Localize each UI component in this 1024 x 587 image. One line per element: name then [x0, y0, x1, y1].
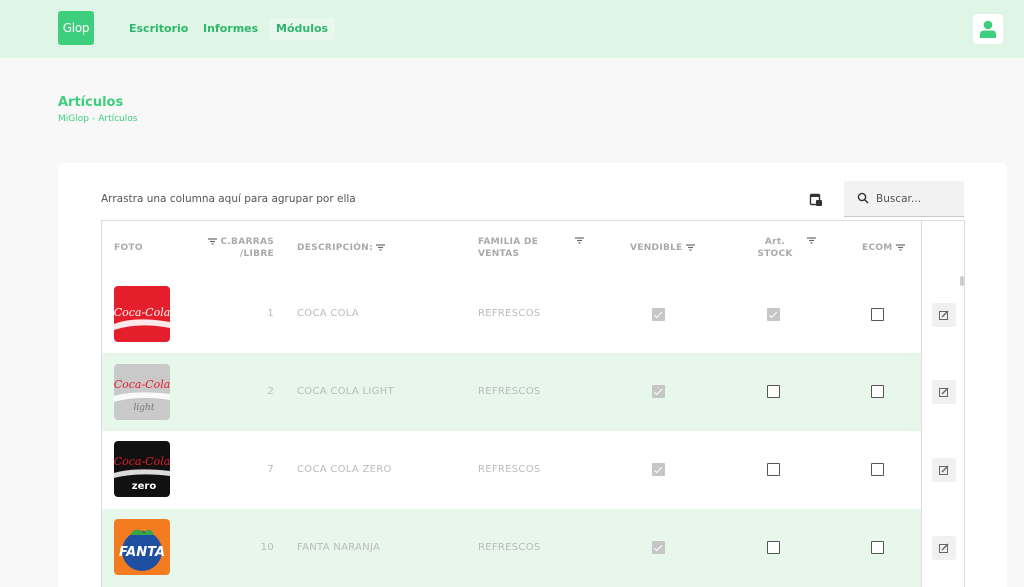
col-label-vendible: VENDIBLE	[630, 243, 683, 253]
cell-family: REFRESCOS	[478, 464, 541, 475]
ecom-checkbox[interactable]	[871, 308, 884, 321]
cell-barcode: 10	[260, 542, 274, 553]
logo-text: Coca-Cola	[114, 378, 170, 391]
col-label-stock-2: STOCK	[757, 249, 793, 259]
logo-text: Coca-Cola	[114, 306, 170, 319]
col-label-descripcion: DESCRIPCIÓN:	[297, 243, 373, 253]
glop-logo[interactable]: Glop	[58, 11, 94, 45]
vendible-checkbox[interactable]	[652, 463, 665, 476]
cell-description: COCA COLA ZERO	[297, 464, 392, 475]
logo-text: Coca-Cola	[114, 455, 170, 468]
logo-text: FANTA	[119, 545, 165, 560]
col-label-foto: FOTO	[114, 243, 143, 253]
col-header-vendible[interactable]: VENDIBLE	[630, 242, 696, 254]
filter-icon[interactable]	[575, 237, 584, 244]
col-label-barcode-2: /LIBRE	[239, 249, 274, 259]
cell-family: REFRESCOS	[478, 386, 541, 397]
ecom-checkbox[interactable]	[871, 385, 884, 398]
cell-description: COCA COLA	[297, 308, 360, 319]
filter-icon[interactable]	[376, 244, 386, 251]
nav-informes[interactable]: Informes	[203, 18, 258, 40]
page-title: Artículos	[58, 95, 124, 110]
vendible-checkbox[interactable]	[652, 385, 665, 398]
breadcrumb-separator: -	[91, 114, 96, 124]
col-header-familia[interactable]: FAMILIA DE VENTAS	[478, 236, 538, 260]
edit-icon	[939, 387, 949, 397]
grid-fixed-column-divider	[921, 220, 922, 587]
cell-description: FANTA NARANJA	[297, 542, 381, 553]
logo-text: Glop	[62, 21, 90, 35]
edit-icon	[939, 465, 949, 475]
logo-text-2: zero	[132, 481, 157, 492]
breadcrumb: MiGlop - Artículos	[58, 114, 137, 124]
edit-button[interactable]	[932, 458, 956, 482]
product-image-coca-cola-light: Coca-Cola light	[114, 364, 170, 420]
filter-icon[interactable]	[896, 244, 905, 251]
filter-icon[interactable]	[807, 237, 816, 244]
col-label-familia: FAMILIA DE	[478, 237, 539, 247]
stock-checkbox[interactable]	[767, 385, 780, 398]
breadcrumb-home[interactable]: MiGlop	[58, 114, 89, 124]
user-icon	[980, 20, 996, 38]
search-input[interactable]	[876, 190, 960, 208]
cell-barcode: 2	[267, 386, 274, 397]
breadcrumb-current: Artículos	[98, 114, 138, 124]
col-label-barcode: C.BARRAS	[220, 237, 274, 247]
logo-text-2: light	[134, 403, 155, 413]
vendible-checkbox[interactable]	[652, 541, 665, 554]
group-panel-hint[interactable]: Arrastra una columna aquí para agrupar p…	[101, 193, 356, 205]
search-box[interactable]	[844, 181, 964, 217]
cell-description: COCA COLA LIGHT	[297, 386, 394, 397]
ecom-checkbox[interactable]	[871, 541, 884, 554]
product-image-coca-cola-zero: Coca-Cola zero	[114, 441, 170, 497]
cell-barcode: 7	[267, 464, 274, 475]
product-image-coca-cola: Coca-Cola	[114, 286, 170, 342]
filter-icon[interactable]	[208, 238, 217, 245]
col-label-familia-2: VENTAS	[478, 249, 520, 259]
ecom-checkbox[interactable]	[871, 463, 884, 476]
col-label-stock: Art.	[764, 237, 786, 247]
search-icon	[857, 192, 869, 204]
grid-scrollbar[interactable]	[960, 276, 964, 286]
cell-family: REFRESCOS	[478, 542, 541, 553]
vendible-checkbox[interactable]	[652, 308, 665, 321]
cell-barcode: 1	[267, 308, 274, 319]
edit-button[interactable]	[932, 303, 956, 327]
col-header-ecom[interactable]: ECOM	[862, 242, 905, 254]
product-image-fanta: FANTA	[114, 519, 170, 575]
excel-export-icon	[809, 193, 822, 206]
cell-family: REFRESCOS	[478, 308, 541, 319]
col-header-descripcion[interactable]: DESCRIPCIÓN:	[297, 242, 386, 254]
filter-icon[interactable]	[686, 244, 696, 251]
edit-icon	[939, 543, 949, 553]
edit-button[interactable]	[932, 380, 956, 404]
user-menu-button[interactable]	[973, 14, 1003, 44]
edit-button[interactable]	[932, 536, 956, 560]
col-header-barcode[interactable]: C.BARRAS /LIBRE	[204, 236, 274, 260]
col-header-stock[interactable]: Art. STOCK	[755, 236, 795, 260]
col-label-ecom: ECOM	[862, 243, 893, 253]
export-excel-button[interactable]	[809, 192, 825, 208]
nav-modulos[interactable]: Módulos	[269, 18, 336, 40]
stock-checkbox[interactable]	[767, 541, 780, 554]
nav-escritorio[interactable]: Escritorio	[129, 18, 188, 40]
edit-icon	[939, 310, 949, 320]
col-header-foto[interactable]: FOTO	[114, 242, 143, 254]
stock-checkbox[interactable]	[767, 463, 780, 476]
stock-checkbox[interactable]	[767, 308, 780, 321]
